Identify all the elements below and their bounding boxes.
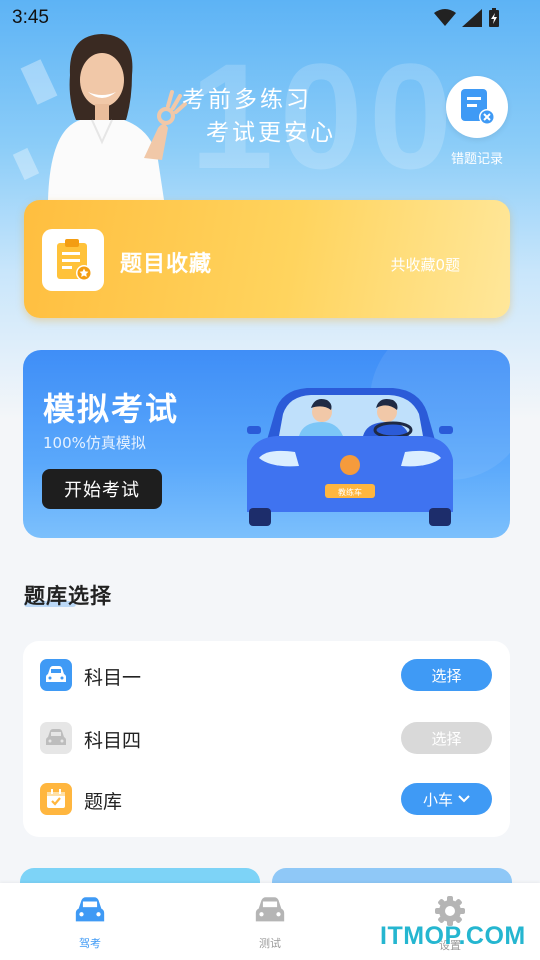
bank-row-label: 科目四: [84, 730, 142, 752]
bank-row-subject1[interactable]: 科目一 选择: [23, 650, 510, 700]
wifi-icon: [434, 9, 456, 26]
start-exam-button[interactable]: 开始考试: [42, 469, 162, 509]
wrong-records-label: 错题记录: [450, 152, 503, 167]
favorites-title: 题目收藏: [120, 252, 213, 277]
status-icons: [434, 8, 500, 28]
mock-exam-subtitle: 100%仿真模拟: [43, 434, 146, 452]
vehicle-type-value: 小车: [422, 790, 453, 809]
calendar-check-icon: [40, 783, 72, 815]
question-bank-card: 科目一 选择 科目四 选择 题库 小车: [23, 641, 510, 837]
bank-row-label: 题库: [84, 791, 123, 813]
vehicle-type-dropdown[interactable]: 小车: [401, 783, 492, 815]
chevron-down-icon: [458, 795, 470, 803]
bank-row-label: 科目一: [84, 667, 142, 689]
signal-icon: [462, 9, 482, 27]
battery-icon: [489, 8, 499, 27]
driving-car-illustration: 教练车: [247, 388, 453, 526]
nav-label: 测试: [259, 937, 281, 950]
nav-item-driving-test[interactable]: 驾考: [50, 895, 130, 951]
question-bank-title: 题库选择: [24, 584, 112, 608]
favorites-card[interactable]: 题目收藏 共收藏0题: [24, 200, 510, 318]
nav-item-test[interactable]: 测试: [230, 895, 310, 951]
clipboard-star-icon: [57, 239, 92, 281]
mock-exam-title: 模拟考试: [43, 390, 180, 428]
car-icon: [75, 897, 105, 922]
favorites-icon-box: [42, 229, 104, 291]
watermark: ITMOP.COM: [380, 922, 526, 950]
status-time: 3:45: [12, 7, 49, 28]
wrong-records-button[interactable]: 错题记录: [442, 76, 512, 170]
nav-label: 驾考: [79, 937, 101, 950]
select-button[interactable]: 选择: [401, 659, 492, 691]
bank-row-subject4[interactable]: 科目四 选择: [23, 713, 510, 763]
bank-row-question-bank[interactable]: 题库 小车: [23, 774, 510, 824]
wrong-records-icon: [461, 89, 495, 125]
slogan-line2: 考试更安心: [206, 120, 336, 146]
select-button-disabled[interactable]: 选择: [401, 722, 492, 754]
instructor-illustration: [48, 34, 187, 200]
mock-exam-card[interactable]: 模拟考试 100%仿真模拟 开始考试 教练车: [23, 350, 510, 538]
slogan-line1: 考前多练习: [182, 87, 312, 113]
car-icon: [255, 897, 285, 922]
car-icon: [40, 722, 72, 754]
car-icon: [40, 659, 72, 691]
favorites-count: 共收藏0题: [390, 256, 460, 274]
car-plate-text: 教练车: [338, 487, 362, 497]
wrong-records-icon-circle: [446, 76, 508, 138]
